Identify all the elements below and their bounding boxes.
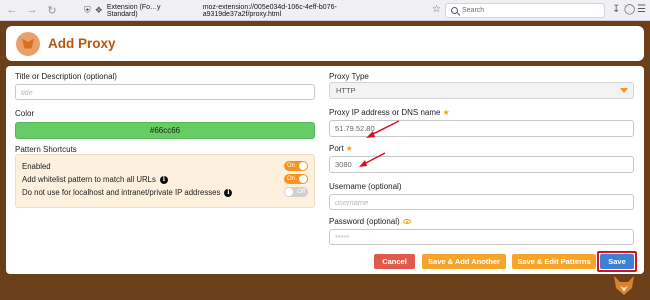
- address-bar[interactable]: ⛨ ❖ Extension (Fo…y Standard) moz-extens…: [84, 3, 414, 18]
- toggle-state: On: [287, 176, 296, 182]
- save-button[interactable]: Save: [600, 254, 634, 269]
- toggle-state: Off: [297, 189, 305, 195]
- shortcut-row-localhost: Do not use for localhost and intranet/pr…: [22, 188, 233, 197]
- username-label: Username (optional): [329, 182, 402, 191]
- password-input[interactable]: *****: [329, 229, 634, 245]
- toggle-state: On: [287, 163, 296, 169]
- star-icon[interactable]: ☆: [432, 4, 441, 15]
- search-icon: [451, 7, 458, 14]
- shortcut-row-enabled: Enabled: [22, 162, 51, 171]
- password-label: Password (optional): [329, 217, 411, 226]
- eye-icon[interactable]: [402, 219, 411, 224]
- whitelist-toggle[interactable]: On: [284, 174, 308, 184]
- proxy-type-select[interactable]: HTTP: [329, 82, 634, 99]
- cancel-button[interactable]: Cancel: [374, 254, 415, 269]
- username-placeholder: username: [335, 197, 369, 207]
- title-placeholder: title: [21, 87, 33, 97]
- pattern-shortcuts-box: Enabled On Add whitelist pattern to matc…: [15, 154, 315, 208]
- ip-label: Proxy IP address or DNS name ★: [329, 108, 450, 117]
- required-star-icon: ★: [345, 144, 353, 153]
- proxy-type-label: Proxy Type: [329, 72, 369, 81]
- title-label: Title or Description (optional): [15, 72, 117, 81]
- save-edit-patterns-button[interactable]: Save & Edit Patterns: [512, 254, 596, 269]
- username-input[interactable]: username: [329, 194, 634, 210]
- required-star-icon: ★: [442, 108, 450, 117]
- forward-button[interactable]: →: [24, 2, 40, 18]
- reload-button[interactable]: ↻: [44, 2, 60, 18]
- save-add-another-button[interactable]: Save & Add Another: [422, 254, 506, 269]
- port-label: Port ★: [329, 144, 353, 153]
- chevron-down-icon: [620, 88, 628, 93]
- enabled-toggle[interactable]: On: [284, 161, 308, 171]
- puzzle-icon: ❖: [94, 5, 103, 15]
- info-icon[interactable]: i: [159, 175, 168, 184]
- port-label-text: Port: [329, 144, 344, 153]
- annotation-arrow-port: [359, 152, 386, 167]
- password-placeholder: *****: [335, 232, 350, 242]
- pattern-shortcuts-label: Pattern Shortcuts: [15, 145, 77, 154]
- page-header: Add Proxy: [6, 26, 644, 61]
- info-icon[interactable]: i: [224, 188, 233, 197]
- download-icon[interactable]: ↧: [612, 4, 620, 15]
- shortcut-label: Enabled: [22, 162, 51, 171]
- foxyproxy-logo-icon: [16, 31, 40, 56]
- page-title: Add Proxy: [48, 36, 116, 51]
- account-icon[interactable]: ◯: [624, 4, 635, 15]
- color-value: #66cc66: [149, 126, 181, 135]
- color-picker[interactable]: #66cc66: [15, 122, 315, 139]
- password-label-text: Password (optional): [329, 217, 400, 226]
- url-extension-label: Extension (Fo…y Standard): [106, 3, 161, 18]
- browser-toolbar: ← → ↻ ⛨ ❖ Extension (Fo…y Standard) moz-…: [0, 0, 650, 21]
- shield-icon: ⛨: [84, 5, 91, 15]
- proxy-form: Title or Description (optional) title Co…: [6, 66, 644, 274]
- search-input[interactable]: Search: [445, 3, 605, 18]
- proxy-type-value: HTTP: [336, 86, 356, 95]
- localhost-toggle[interactable]: Off: [284, 187, 308, 197]
- ip-label-text: Proxy IP address or DNS name: [329, 108, 441, 117]
- title-input[interactable]: title: [15, 84, 315, 100]
- shortcut-label: Add whitelist pattern to match all URLs: [22, 175, 156, 184]
- shortcut-label: Do not use for localhost and intranet/pr…: [22, 188, 221, 197]
- url-text: moz-extension://005e034d-106c-4eff-b076-…: [202, 3, 337, 18]
- port-value: 3080: [335, 160, 352, 169]
- color-label: Color: [15, 109, 35, 118]
- search-placeholder: Search: [462, 7, 485, 14]
- hamburger-menu-icon[interactable]: ☰: [637, 4, 646, 15]
- annotation-arrow-ip: [366, 120, 400, 138]
- shortcut-row-whitelist: Add whitelist pattern to match all URLs …: [22, 175, 168, 184]
- fox-mascot-icon: [614, 276, 634, 295]
- back-button[interactable]: ←: [4, 2, 20, 18]
